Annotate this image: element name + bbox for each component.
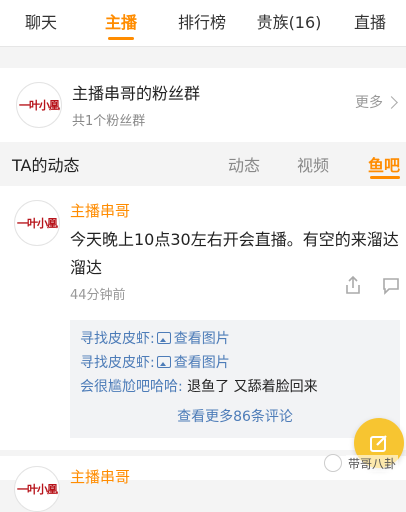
top-tab-bar: 聊天 主播 排行榜 贵族(16) 直播 — [0, 0, 406, 47]
fans-group-card[interactable]: 一叶小凰 主播串哥的粉丝群 共1个粉丝群 更多 — [0, 68, 406, 142]
section-gap — [0, 47, 406, 68]
dynamics-header: TA的动态 动态 视频 鱼吧 — [0, 142, 406, 184]
tab-video[interactable]: 视频 — [297, 152, 329, 176]
comment-item[interactable]: 会很尴尬吧哈哈: 退鱼了 又舔着脸回来 — [80, 376, 318, 396]
fans-group-avatar: 一叶小凰 — [16, 82, 62, 128]
share-icon[interactable] — [342, 274, 364, 296]
tab-live[interactable]: 直播 — [334, 0, 406, 46]
comment-icon[interactable] — [380, 274, 402, 296]
chevron-right-icon — [385, 95, 398, 109]
comment-item[interactable]: 寻找皮皮虾: 查看图片 — [80, 328, 230, 348]
fans-group-count: 共1个粉丝群 — [72, 114, 146, 129]
edit-icon — [370, 435, 387, 452]
tab-fish-bar[interactable]: 鱼吧 — [368, 152, 400, 176]
post-time: 44分钟前 — [70, 288, 126, 303]
author-avatar[interactable]: 一叶小凰 — [14, 200, 60, 246]
author-avatar[interactable]: 一叶小凰 — [14, 466, 60, 512]
tab-nobility[interactable]: 贵族(16) — [244, 0, 334, 46]
image-icon — [156, 332, 171, 344]
tab-ranking[interactable]: 排行榜 — [160, 0, 244, 46]
tab-dynamics[interactable]: 动态 — [228, 152, 260, 176]
image-icon — [156, 356, 171, 368]
post-card: 一叶小凰 主播串哥 今天晚上10点30左右开会直播。有空的来溜达溜达 44分钟前… — [0, 186, 406, 450]
watermark-logo-icon — [323, 454, 342, 472]
fans-group-title: 主播串哥的粉丝群 — [72, 84, 201, 103]
post-author[interactable]: 主播串哥 — [70, 466, 130, 487]
tab-anchor[interactable]: 主播 — [82, 0, 160, 46]
dynamics-title: TA的动态 — [12, 156, 80, 175]
more-button[interactable]: 更多 — [355, 92, 398, 112]
active-tab-underline — [108, 37, 134, 40]
active-subtab-underline — [370, 176, 400, 179]
more-comments-link[interactable]: 查看更多86条评论 — [70, 406, 400, 426]
post-author[interactable]: 主播串哥 — [70, 200, 130, 221]
tab-chat[interactable]: 聊天 — [0, 0, 82, 46]
comment-item[interactable]: 寻找皮皮虾: 查看图片 — [80, 352, 230, 372]
comments-box: 寻找皮皮虾: 查看图片 寻找皮皮虾: 查看图片 会很尴尬吧哈哈: 退鱼了 又舔着脸回… — [70, 320, 400, 438]
watermark: 带哥八卦 — [323, 454, 398, 472]
